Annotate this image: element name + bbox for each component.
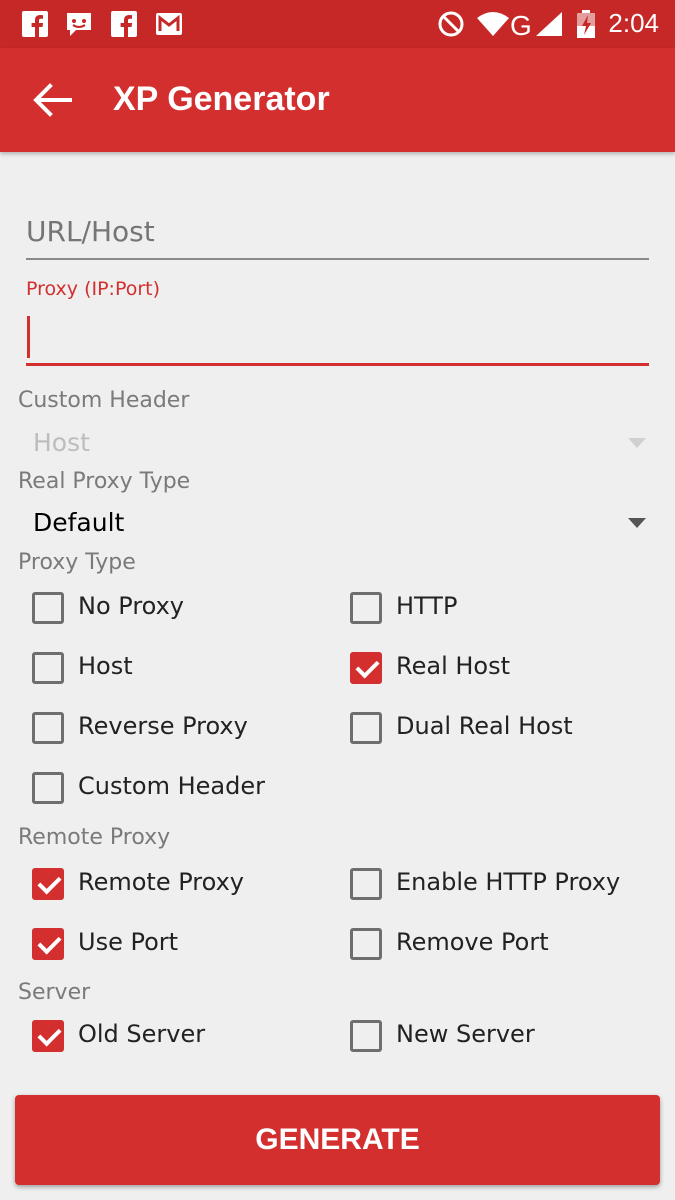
checkbox-custom-header[interactable]: Custom Header [32, 768, 322, 812]
checkbox-old-server[interactable]: Old Server [32, 1016, 322, 1060]
checkbox-box[interactable] [350, 1020, 382, 1052]
svg-text:G: G [510, 10, 532, 38]
checkbox-box[interactable] [350, 712, 382, 744]
real-proxy-type-value: Default [33, 508, 125, 537]
checkbox-label: Reverse Proxy [78, 712, 248, 740]
url-host-underline [26, 258, 649, 260]
checkbox-label: HTTP [396, 592, 458, 620]
checkbox-label: Enable HTTP Proxy [396, 868, 621, 896]
checkbox-label: Dual Real Host [396, 712, 573, 740]
custom-header-label: Custom Header [18, 388, 190, 413]
proxy-field-label: Proxy (IP:Port) [26, 278, 161, 300]
app-title: XP Generator [113, 80, 330, 118]
checkbox-remote-proxy[interactable]: Remote Proxy [32, 864, 322, 908]
text-cursor [27, 316, 30, 358]
checkbox-label: Host [78, 652, 133, 680]
custom-header-spinner[interactable]: Host [18, 424, 658, 464]
checkbox-label: Old Server [78, 1020, 206, 1048]
proxy-ip-port-input[interactable] [26, 312, 649, 362]
checkbox-no-proxy[interactable]: No Proxy [32, 588, 322, 632]
checkbox-label: Real Host [396, 652, 511, 680]
messenger-icon [67, 13, 91, 36]
checkbox-box[interactable] [32, 652, 64, 684]
checkbox-remove-port[interactable]: Remove Port [350, 924, 650, 968]
dropdown-arrow-icon [628, 438, 646, 448]
checkbox-box[interactable] [350, 928, 382, 960]
checkbox-box[interactable] [32, 928, 64, 960]
wifi-icon [477, 12, 509, 36]
remote-proxy-section-label: Remote Proxy [18, 825, 171, 850]
real-proxy-type-spinner[interactable]: Default [18, 504, 658, 544]
checkbox-box[interactable] [32, 592, 64, 624]
signal-g-icon: G [510, 10, 562, 38]
custom-header-value: Host [33, 428, 90, 457]
checkbox-box[interactable] [350, 592, 382, 624]
facebook-icon [111, 11, 137, 37]
checkbox-label: Remove Port [396, 928, 549, 956]
checkbox-label: New Server [396, 1020, 535, 1048]
checkbox-enable-http-proxy[interactable]: Enable HTTP Proxy [350, 864, 650, 908]
checkbox-label: Use Port [78, 928, 179, 956]
generate-button[interactable]: GENERATE [15, 1095, 660, 1185]
checkbox-dual-real-host[interactable]: Dual Real Host [350, 708, 650, 752]
checkbox-new-server[interactable]: New Server [350, 1016, 650, 1060]
real-proxy-type-label: Real Proxy Type [18, 469, 191, 494]
checkbox-box[interactable] [32, 712, 64, 744]
back-arrow-icon[interactable] [30, 78, 74, 122]
checkbox-label: No Proxy [78, 592, 185, 620]
gmail-icon [156, 13, 182, 35]
checkbox-box[interactable] [350, 652, 382, 684]
battery-icon [577, 10, 595, 38]
checkbox-label: Custom Header [78, 772, 265, 800]
checkbox-real-host[interactable]: Real Host [350, 648, 650, 692]
checkbox-use-port[interactable]: Use Port [32, 924, 322, 968]
proxy-underline [26, 363, 649, 366]
server-section-label: Server [18, 980, 91, 1005]
checkbox-box[interactable] [32, 772, 64, 804]
dropdown-arrow-icon [628, 518, 646, 528]
checkbox-box[interactable] [32, 868, 64, 900]
proxy-type-label: Proxy Type [18, 550, 136, 575]
url-host-input[interactable] [26, 206, 649, 256]
checkbox-host[interactable]: Host [32, 648, 322, 692]
status-time: 2:04 [608, 8, 659, 38]
checkbox-box[interactable] [32, 1020, 64, 1052]
checkbox-label: Remote Proxy [78, 868, 244, 896]
facebook-icon [22, 11, 48, 37]
status-bar: G 2:04 [0, 0, 675, 48]
do-not-disturb-icon [438, 11, 464, 37]
checkbox-http[interactable]: HTTP [350, 588, 650, 632]
app-bar: XP Generator [0, 48, 675, 152]
checkbox-box[interactable] [350, 868, 382, 900]
checkbox-reverse-proxy[interactable]: Reverse Proxy [32, 708, 322, 752]
